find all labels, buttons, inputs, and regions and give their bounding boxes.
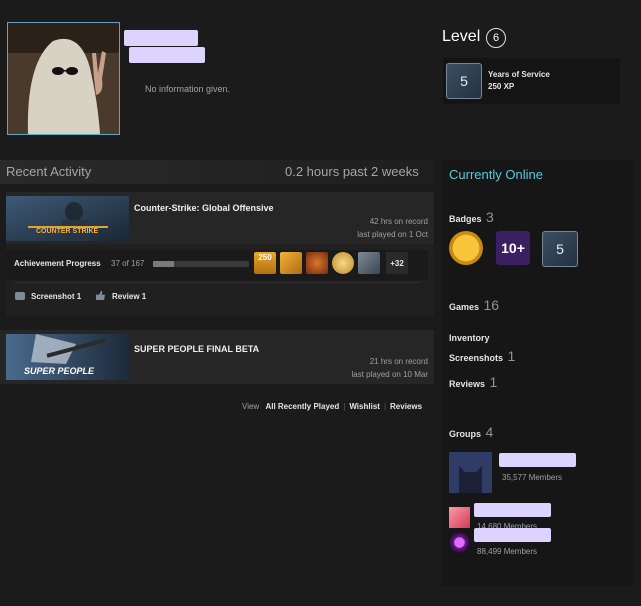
achievement-icon-label: 250 bbox=[258, 253, 272, 262]
recent-activity-hours: 0.2 hours past 2 weeks bbox=[285, 164, 419, 179]
group-avatar[interactable] bbox=[449, 532, 470, 553]
inventory-link[interactable]: Inventory bbox=[449, 328, 490, 346]
screenshots-count: 1 bbox=[507, 348, 516, 364]
reviews-label: Reviews bbox=[449, 379, 486, 389]
years-of-service-badge-icon[interactable]: 5 bbox=[446, 63, 482, 99]
redacted-group-name bbox=[474, 528, 551, 542]
groups-label: Groups bbox=[449, 429, 482, 439]
screenshots-link[interactable]: Screenshots 1 bbox=[449, 348, 515, 366]
profile-avatar[interactable] bbox=[7, 22, 120, 135]
csgo-capsule-text: COUNTER STRIKE bbox=[36, 228, 99, 235]
all-recently-played-link[interactable]: All Recently Played bbox=[265, 402, 339, 411]
more-achievements-button[interactable]: +32 bbox=[386, 252, 408, 274]
separator: | bbox=[343, 402, 346, 411]
game-hours: 21 hrs on record bbox=[369, 357, 428, 366]
inventory-label: Inventory bbox=[449, 333, 490, 343]
achievement-progress-bar bbox=[153, 261, 249, 267]
achievement-icon[interactable] bbox=[280, 252, 302, 274]
achievement-icon[interactable] bbox=[358, 252, 380, 274]
games-count: 16 bbox=[483, 297, 500, 313]
ghost-avatar-image bbox=[8, 23, 119, 134]
redacted-group-name bbox=[474, 503, 551, 517]
games-label: Games bbox=[449, 302, 480, 312]
cat-icon bbox=[459, 466, 482, 493]
reviews-link[interactable]: Reviews bbox=[390, 402, 422, 411]
super-people-capsule-text: SUPER PEOPLE bbox=[24, 366, 95, 376]
ten-plus-badge-icon[interactable]: 10+ bbox=[496, 231, 530, 265]
group-avatar[interactable] bbox=[449, 452, 492, 493]
level-label: Level bbox=[442, 28, 481, 45]
redacted-username bbox=[124, 30, 198, 46]
badges-count: 3 bbox=[485, 209, 494, 225]
achievement-icon[interactable]: 250 bbox=[254, 252, 276, 274]
recent-activity-title: Recent Activity bbox=[6, 164, 92, 179]
game-last-played: last played on 10 Mar bbox=[351, 370, 429, 379]
badge-title: Years of Service bbox=[488, 70, 550, 79]
level-number-badge[interactable]: 6 bbox=[486, 28, 506, 48]
redacted-realname bbox=[129, 47, 205, 63]
separator: | bbox=[383, 402, 387, 411]
reviews-count: 1 bbox=[489, 374, 498, 390]
group-members: 35,577 Members bbox=[502, 473, 563, 482]
badges-link[interactable]: Badges 3 bbox=[449, 209, 494, 227]
achievement-icon[interactable] bbox=[306, 252, 328, 274]
groups-link[interactable]: Groups 4 bbox=[449, 424, 493, 442]
group-members: 88,499 Members bbox=[477, 547, 538, 556]
profile-summary: No information given. bbox=[145, 84, 231, 94]
screenshot-link[interactable]: Screenshot 1 bbox=[31, 292, 81, 301]
group-avatar[interactable] bbox=[449, 507, 470, 528]
achievement-count: 37 of 167 bbox=[111, 259, 145, 268]
game-last-played: last played on 1 Oct bbox=[357, 230, 428, 239]
review-link[interactable]: Review 1 bbox=[112, 292, 146, 301]
game-name[interactable]: SUPER PEOPLE FINAL BETA bbox=[134, 344, 259, 354]
screenshots-label: Screenshots bbox=[449, 353, 504, 363]
years-of-service-badge-icon[interactable]: 5 bbox=[542, 231, 578, 267]
view-label: View bbox=[242, 402, 260, 411]
divider bbox=[14, 282, 420, 283]
game-name[interactable]: Counter-Strike: Global Offensive bbox=[134, 203, 274, 213]
games-link[interactable]: Games 16 bbox=[449, 297, 499, 315]
redacted-group-name bbox=[499, 453, 576, 467]
coin-badge-icon[interactable] bbox=[449, 231, 483, 265]
groups-count: 4 bbox=[485, 424, 494, 440]
recent-activity-footer: View All Recently Played | Wishlist | Review… bbox=[242, 402, 422, 411]
online-status: Currently Online bbox=[449, 167, 543, 182]
achievement-progress-label: Achievement Progress bbox=[14, 259, 101, 268]
reviews-sidebar-link[interactable]: Reviews 1 bbox=[449, 374, 497, 392]
game-hours: 42 hrs on record bbox=[369, 217, 428, 226]
camera-icon bbox=[15, 292, 25, 300]
badge-xp: 250 XP bbox=[488, 82, 515, 91]
achievement-icon[interactable] bbox=[332, 252, 354, 274]
wishlist-link[interactable]: Wishlist bbox=[349, 402, 380, 411]
achievement-progress-fill bbox=[153, 261, 175, 267]
badges-label: Badges bbox=[449, 214, 482, 224]
